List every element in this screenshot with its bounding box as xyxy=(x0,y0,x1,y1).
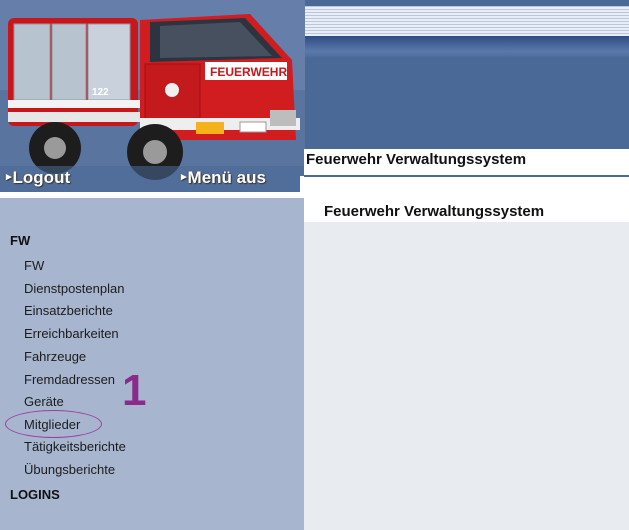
header-stripes xyxy=(300,6,629,36)
sidebar-item-geraete[interactable]: Geräte xyxy=(24,394,64,409)
sidebar-item-einsatzberichte[interactable]: Einsatzberichte xyxy=(24,303,113,318)
header-bottom-strip xyxy=(300,176,629,192)
header-title: Feuerwehr Verwaltungssystem xyxy=(306,151,527,168)
sidebar xyxy=(0,198,304,530)
logout-label: Logout xyxy=(12,168,71,187)
page-title: Feuerwehr Verwaltungssystem xyxy=(324,203,545,220)
main-content xyxy=(304,198,629,530)
header-banner: 122 FEUERWEHR Feuerwehr Verwaltungssyste… xyxy=(0,0,629,192)
sidebar-item-taetigkeitsberichte[interactable]: Tätigkeitsberichte xyxy=(24,439,126,454)
menu-off-label: Menü aus xyxy=(187,168,266,187)
arrow-right-icon: ▸ xyxy=(6,171,12,183)
sidebar-item-fremdadressen[interactable]: Fremdadressen xyxy=(24,372,115,387)
sidebar-group-logins[interactable]: LOGINS xyxy=(10,487,60,502)
sidebar-item-erreichbarkeiten[interactable]: Erreichbarkeiten xyxy=(24,326,119,341)
sidebar-item-fahrzeuge[interactable]: Fahrzeuge xyxy=(24,349,86,364)
annotation-step-number: 1 xyxy=(122,366,147,415)
highlight-ellipse xyxy=(5,410,102,438)
svg-text:122: 122 xyxy=(92,87,109,98)
arrow-right-icon: ▸ xyxy=(181,171,187,183)
svg-text:FEUERWEHR: FEUERWEHR xyxy=(210,65,287,79)
menu-off-button[interactable]: ▸Menü aus xyxy=(181,168,266,192)
header-blue-band xyxy=(300,36,629,58)
sidebar-item-uebungsberichte[interactable]: Übungsberichte xyxy=(24,462,115,477)
fire-truck-image: 122 FEUERWEHR xyxy=(0,0,305,192)
sidebar-item-fw[interactable]: FW xyxy=(24,258,44,273)
sidebar-item-dienstpostenplan[interactable]: Dienstpostenplan xyxy=(24,281,124,296)
sidebar-group-fw[interactable]: FW xyxy=(10,233,30,248)
logout-button[interactable]: ▸Logout xyxy=(6,168,70,192)
